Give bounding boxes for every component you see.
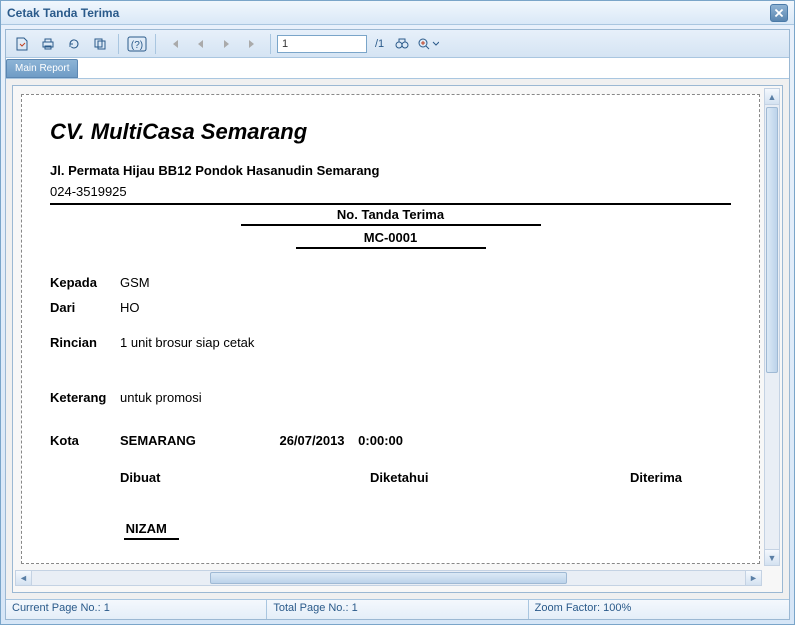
sig-diterima: Diterima [630,470,731,485]
page-number-input[interactable] [277,35,367,53]
scroll-thumb[interactable] [210,572,567,584]
value-dari: HO [120,300,731,315]
toolbar-separator [118,34,119,54]
toggle-tree-button[interactable]: (?) [125,33,149,55]
close-icon [771,5,787,21]
copy-button[interactable] [88,33,112,55]
viewer-border: CV. MultiCasa Semarang Jl. Permata Hijau… [12,85,783,593]
label-kepada: Kepada [50,275,120,290]
toolbar: (?) /1 [6,30,789,58]
status-zoom-value: 100% [603,602,631,614]
scroll-up-arrow[interactable]: ▲ [765,89,779,105]
chevron-down-icon [432,40,440,48]
fields-block: Kepada GSM Dari HO Rincian 1 unit brosur… [50,275,731,448]
underline [241,224,541,226]
kota-time: 0:00:00 [358,433,403,448]
zoom-icon [417,37,430,51]
status-current-page: Current Page No.: 1 [6,600,267,619]
window: Cetak Tanda Terima (?) [0,0,795,625]
company-phone: 024-3519925 [50,184,731,199]
receipt-no-value: MC-0001 [50,230,731,245]
company-address: Jl. Permata Hijau BB12 Pondok Hasanudin … [50,163,731,178]
scroll-right-arrow[interactable]: ► [745,571,761,585]
close-button[interactable] [770,4,788,22]
label-kota: Kota [50,433,120,448]
signature-name-row: NIZAM [50,521,731,540]
row-rincian: Rincian 1 unit brosur siap cetak [50,335,731,350]
last-page-button[interactable] [240,33,264,55]
scroll-left-arrow[interactable]: ◄ [16,571,32,585]
value-kepada: GSM [120,275,731,290]
scroll-down-arrow[interactable]: ▼ [765,549,779,565]
print-icon [40,36,56,52]
toolbar-separator [155,34,156,54]
label-keterang: Keterang [50,390,120,405]
status-current-page-value: 1 [104,602,110,614]
last-page-icon [246,38,258,50]
label-dari: Dari [50,300,120,315]
scroll-track[interactable] [765,105,779,549]
svg-text:(?): (?) [131,40,143,51]
titlebar: Cetak Tanda Terima [1,1,794,25]
company-name: CV. MultiCasa Semarang [50,119,731,145]
next-page-icon [220,38,232,50]
refresh-button[interactable] [62,33,86,55]
underline [296,247,486,249]
status-total-page: Total Page No.: 1 [267,600,528,619]
copy-icon [92,36,108,52]
first-page-button[interactable] [162,33,186,55]
report-page: CV. MultiCasa Semarang Jl. Permata Hijau… [21,94,760,564]
horizontal-scrollbar[interactable]: ◄ ► [15,570,762,586]
status-total-page-value: 1 [352,602,358,614]
value-kota: SEMARANG 26/07/2013 0:00:00 [120,433,731,448]
find-button[interactable] [390,33,414,55]
export-button[interactable] [10,33,34,55]
row-kepada: Kepada GSM [50,275,731,290]
vertical-scrollbar[interactable]: ▲ ▼ [764,88,780,566]
kota-name: SEMARANG [120,433,196,448]
first-page-icon [168,38,180,50]
row-keterang: Keterang untuk promosi [50,390,731,405]
sig-name-value: NIZAM [124,521,179,540]
status-zoom-label: Zoom Factor: [535,602,603,614]
status-total-page-label: Total Page No.: [273,602,351,614]
signature-row: Dibuat Diketahui Diterima [50,470,731,485]
status-zoom: Zoom Factor: 100% [529,600,789,619]
scroll-track[interactable] [32,571,745,585]
scroll-thumb[interactable] [766,107,778,373]
label-rincian: Rincian [50,335,120,350]
viewer-area: CV. MultiCasa Semarang Jl. Permata Hijau… [6,78,789,599]
help-icon: (?) [127,36,147,52]
print-button[interactable] [36,33,60,55]
divider [50,203,731,205]
toolbar-separator [270,34,271,54]
tabstrip: Main Report [6,58,789,78]
row-kota: Kota SEMARANG 26/07/2013 0:00:00 [50,433,731,448]
value-rincian: 1 unit brosur siap cetak [120,335,731,350]
statusbar: Current Page No.: 1 Total Page No.: 1 Zo… [6,599,789,619]
export-icon [14,36,30,52]
kota-date: 26/07/2013 [279,433,344,448]
prev-page-button[interactable] [188,33,212,55]
viewer-frame: (?) /1 [5,29,790,620]
receipt-no-label: No. Tanda Terima [50,207,731,222]
sig-diketahui: Diketahui [370,470,630,485]
status-current-page-label: Current Page No.: [12,602,104,614]
binoculars-icon [394,36,410,52]
sig-dibuat: Dibuat [120,470,370,485]
prev-page-icon [194,38,206,50]
tab-main-report[interactable]: Main Report [6,59,78,78]
refresh-icon [66,36,82,52]
value-keterang: untuk promosi [120,390,731,405]
zoom-button[interactable] [416,33,440,55]
row-dari: Dari HO [50,300,731,315]
next-page-button[interactable] [214,33,238,55]
page-total-label: /1 [375,38,384,50]
window-title: Cetak Tanda Terima [7,6,119,20]
